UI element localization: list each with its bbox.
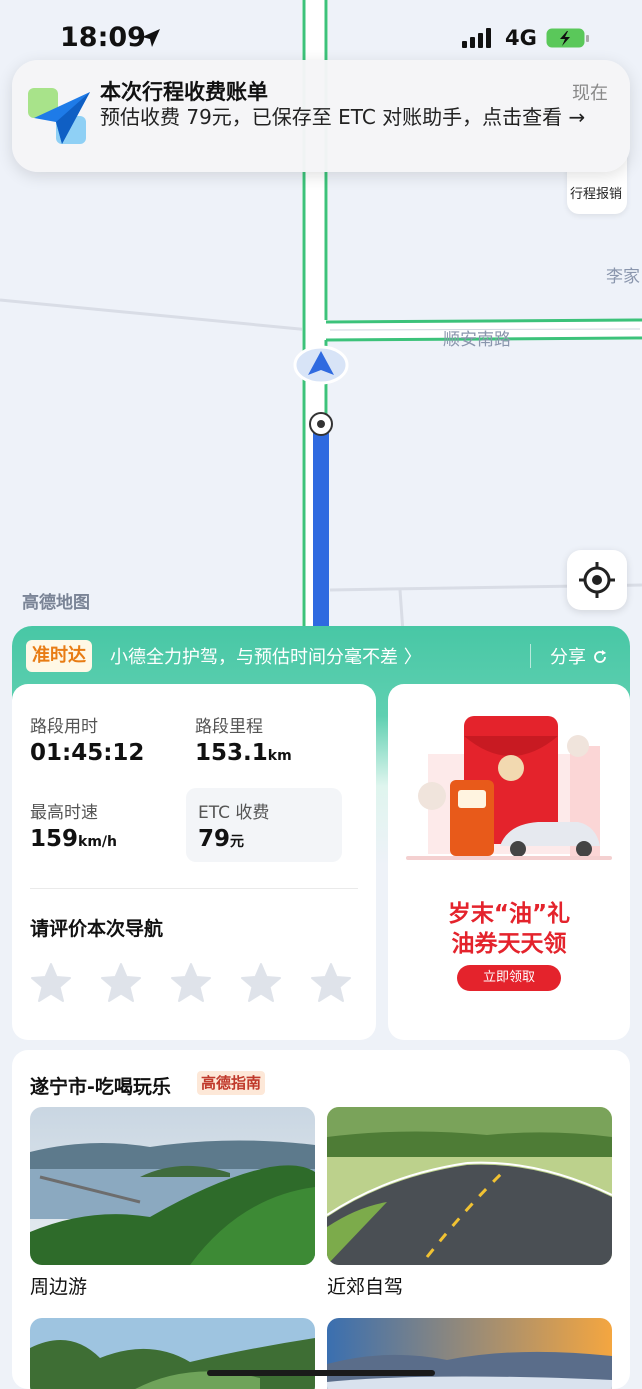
star-icon[interactable] bbox=[170, 962, 212, 1004]
promo-line2: 油券天天领 bbox=[451, 931, 567, 957]
duration-value: 01:45:12 bbox=[30, 740, 145, 766]
etc-fee-box[interactable]: ETC 收费 79元 bbox=[186, 788, 342, 862]
navigation-arrow-icon bbox=[293, 345, 349, 385]
road-label: 顺安南路 bbox=[443, 330, 511, 350]
place-label: 李家 bbox=[606, 267, 640, 287]
star-icon[interactable] bbox=[100, 962, 142, 1004]
promo-line1: 岁末“油”礼 bbox=[447, 901, 571, 927]
notification-title: 本次行程收费账单 bbox=[100, 80, 268, 104]
lake-landscape-image bbox=[30, 1107, 315, 1265]
ontime-badge: 准时达 bbox=[26, 640, 92, 672]
signal-icon bbox=[462, 28, 491, 48]
guide-card-4[interactable] bbox=[327, 1318, 612, 1389]
guide-tag: 高德指南 bbox=[197, 1071, 266, 1095]
max-speed-label: 最高时速 bbox=[30, 803, 98, 823]
sunset-mountain-image bbox=[327, 1318, 612, 1389]
guide-card-nearby[interactable] bbox=[30, 1107, 315, 1265]
trip-summary-card: 准时达 小德全力护驾，与预估时间分毫不差 〉 分享 路段用时 01:45:12 … bbox=[12, 626, 630, 1040]
star-icon[interactable] bbox=[30, 962, 72, 1004]
etc-unit: 元 bbox=[230, 834, 245, 850]
mountain-landscape-image bbox=[30, 1318, 315, 1389]
ontime-text: 小德全力护驾，与预估时间分毫不差 〉 bbox=[110, 647, 422, 668]
guide-title: 遂宁市-吃喝玩乐 bbox=[30, 1076, 171, 1098]
distance-label: 路段里程 bbox=[195, 717, 263, 737]
battery-charging-icon bbox=[546, 28, 589, 48]
amap-logo: 高德地图 bbox=[22, 593, 90, 613]
etc-value: 79元 bbox=[198, 826, 244, 852]
amap-app-icon bbox=[28, 88, 90, 144]
rating-stars bbox=[30, 962, 352, 1004]
divider bbox=[530, 644, 531, 668]
refresh-icon bbox=[593, 650, 606, 663]
max-speed-value: 159km/h bbox=[30, 826, 117, 852]
notification-banner[interactable]: 本次行程收费账单 现在 预估收费 79元，已保存至 ETC 对账助手，点击查看 … bbox=[12, 60, 630, 172]
notification-time: 现在 bbox=[572, 83, 608, 104]
locate-button[interactable] bbox=[567, 550, 627, 610]
distance-number: 153.1 bbox=[195, 740, 268, 766]
road-landscape-image bbox=[327, 1107, 612, 1265]
star-icon[interactable] bbox=[240, 962, 282, 1004]
promo-illustration bbox=[406, 716, 612, 860]
claim-button[interactable]: 立即领取 bbox=[457, 965, 561, 991]
crosshair-icon bbox=[579, 562, 615, 598]
ontime-banner[interactable]: 准时达 小德全力护驾，与预估时间分毫不差 〉 分享 bbox=[12, 626, 630, 684]
guide-label-selfdrive: 近郊自驾 bbox=[327, 1276, 404, 1298]
max-speed-unit: km/h bbox=[78, 834, 117, 850]
guide-card-selfdrive[interactable] bbox=[327, 1107, 612, 1265]
city-guide-section: 遂宁市-吃喝玩乐 高德指南 周边游 近郊自驾 bbox=[12, 1050, 630, 1389]
guide-label-nearby: 周边游 bbox=[30, 1276, 88, 1298]
network-type: 4G bbox=[505, 26, 537, 50]
divider bbox=[30, 888, 358, 889]
trip-stats-panel: 路段用时 01:45:12 路段里程 153.1km 最高时速 159km/h … bbox=[12, 684, 376, 1040]
guide-card-3[interactable] bbox=[30, 1318, 315, 1389]
status-time: 18:09 bbox=[60, 22, 146, 53]
distance-value: 153.1km bbox=[195, 740, 292, 766]
star-icon[interactable] bbox=[310, 962, 352, 1004]
etc-label: ETC 收费 bbox=[198, 803, 270, 823]
notification-body: 预估收费 79元，已保存至 ETC 对账助手，点击查看 → bbox=[100, 105, 586, 129]
home-indicator[interactable] bbox=[207, 1370, 435, 1376]
share-label: 分享 bbox=[550, 647, 586, 668]
distance-unit: km bbox=[267, 748, 292, 764]
max-speed-number: 159 bbox=[30, 826, 79, 852]
fuel-coupon-promo[interactable]: 岁末“油”礼 油券天天领 立即领取 bbox=[388, 684, 630, 1040]
rating-title: 请评价本次导航 bbox=[30, 918, 164, 940]
location-arrow-icon bbox=[142, 29, 160, 47]
trip-report-label: 行程报销 bbox=[570, 187, 623, 202]
etc-number: 79 bbox=[198, 826, 231, 852]
share-button[interactable]: 分享 bbox=[550, 643, 608, 669]
duration-label: 路段用时 bbox=[30, 717, 98, 737]
